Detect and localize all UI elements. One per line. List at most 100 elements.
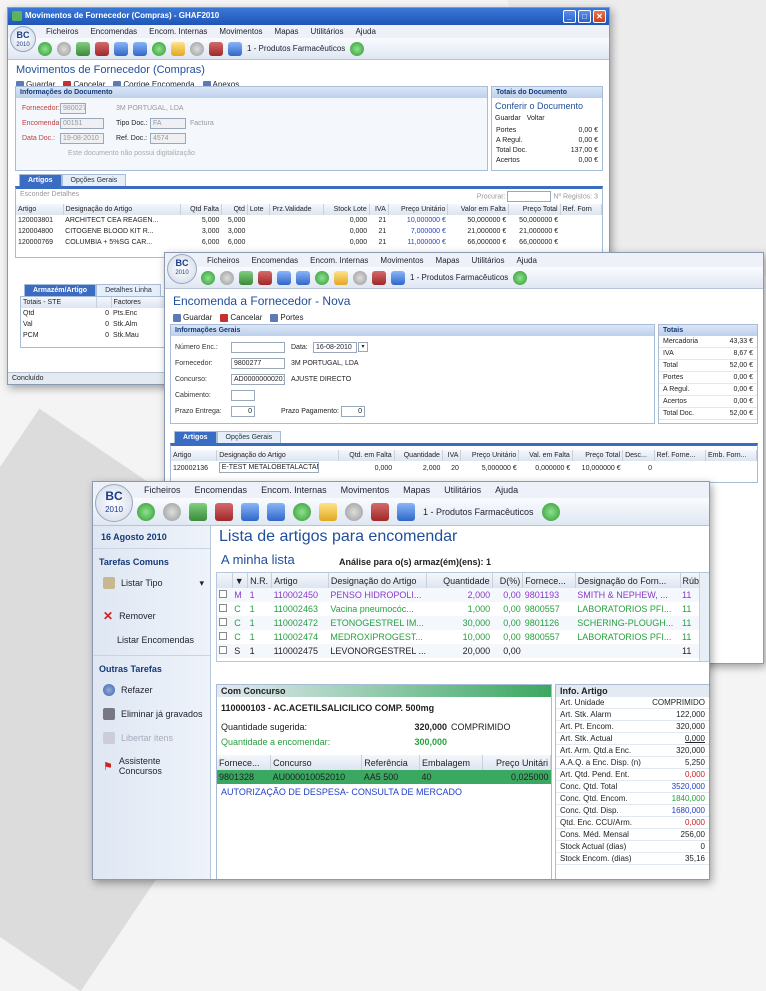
product-icon[interactable] xyxy=(95,41,109,56)
col-header[interactable]: Designação do Forn... xyxy=(575,573,681,588)
menu-ficheiros[interactable]: Ficheiros xyxy=(137,485,188,495)
row-checkbox[interactable] xyxy=(219,646,227,654)
listar-encomendas-button[interactable]: Listar Encomendas xyxy=(93,629,210,651)
col-header[interactable]: D(%) xyxy=(492,573,524,588)
col-header[interactable]: Valor em Falta xyxy=(447,204,509,215)
prazo-pagamento-input[interactable]: 0 xyxy=(341,405,365,417)
vertical-scrollbar[interactable] xyxy=(699,573,709,661)
gr-icon[interactable] xyxy=(296,270,310,285)
back-icon[interactable] xyxy=(201,270,215,285)
menu-encom-internas[interactable]: Encom. Internas xyxy=(143,27,213,36)
menu-ajuda[interactable]: Ajuda xyxy=(488,485,525,495)
assistente-button[interactable]: ⚑ Assistente Concursos xyxy=(93,750,210,782)
eliminar-button[interactable]: Eliminar já gravados xyxy=(93,702,210,726)
col-header[interactable]: Concurso xyxy=(270,755,363,770)
table-row[interactable]: S 1 110002475 LEVONORGESTREL ... 20,000 0,00 1… xyxy=(217,644,709,658)
col-header[interactable]: Preço Total xyxy=(508,204,561,215)
col-header[interactable]: Val. em Falta xyxy=(518,450,573,461)
euro-icon[interactable] xyxy=(293,502,311,521)
row-checkbox[interactable] xyxy=(219,590,227,598)
forward-icon[interactable] xyxy=(163,502,181,521)
col-header[interactable]: Ref. Forn xyxy=(560,204,603,215)
menu-utilitarios[interactable]: Utilitários xyxy=(466,256,511,265)
menu-utilitarios[interactable]: Utilitários xyxy=(437,485,488,495)
row-checkbox[interactable] xyxy=(219,618,227,626)
menu-encom-internas[interactable]: Encom. Internas xyxy=(304,256,374,265)
data-input[interactable]: 19-08-2010 xyxy=(60,133,104,144)
pdf-icon[interactable] xyxy=(371,502,389,521)
attach-icon[interactable] xyxy=(190,41,204,56)
num-enc-input[interactable] xyxy=(231,341,285,353)
esconder-detalhes-button[interactable]: Esconder Detalhes xyxy=(20,191,79,202)
col-header[interactable]: Artigo xyxy=(271,573,329,588)
mail-icon[interactable] xyxy=(334,270,348,285)
sort-icon[interactable]: ▼ xyxy=(232,573,249,588)
mail-icon[interactable] xyxy=(319,502,337,521)
menu-ficheiros[interactable]: Ficheiros xyxy=(40,27,84,36)
col-header[interactable]: Designação do Artigo xyxy=(216,450,340,461)
refresh-icon[interactable] xyxy=(239,270,253,285)
prazo-entrega-input[interactable]: 0 xyxy=(231,405,255,417)
row-checkbox[interactable] xyxy=(219,632,227,640)
tab-opcoes-gerais[interactable]: Opções Gerais xyxy=(61,174,127,186)
col-header[interactable]: IVA xyxy=(369,204,389,215)
qtd-encomendar-value[interactable]: 300,000 xyxy=(391,737,447,747)
designacao-input[interactable]: E-TEST METALOBETALACTAMA... xyxy=(218,462,319,473)
tab-artigos[interactable]: Artigos xyxy=(174,431,217,443)
back-icon[interactable] xyxy=(137,502,155,521)
refresh-icon[interactable] xyxy=(189,502,207,521)
col-header[interactable]: Designação do Artigo xyxy=(63,204,182,215)
tab-artigos[interactable]: Artigos xyxy=(19,174,62,186)
pharmacy-selector[interactable]: 1 - Produtos Farmacêuticos xyxy=(410,273,508,282)
cabimento-input[interactable] xyxy=(231,389,255,401)
col-header[interactable]: Prz.Validade xyxy=(269,204,324,215)
menu-mapas[interactable]: Mapas xyxy=(269,27,305,36)
table-row[interactable]: 120003801 ARCHITECT CEA REAGEN... 5,000 5,0… xyxy=(16,215,602,226)
mail-icon[interactable] xyxy=(171,41,185,56)
gr-icon[interactable] xyxy=(267,502,285,521)
tipo-input[interactable]: FA xyxy=(150,118,186,129)
data-input[interactable]: 16-08-2010 xyxy=(313,341,357,353)
col-header[interactable]: Quantidade xyxy=(394,450,443,461)
col-header[interactable]: Fornece... xyxy=(217,755,272,770)
attach-icon[interactable] xyxy=(353,270,367,285)
col-header[interactable]: Quantidade xyxy=(426,573,493,588)
menu-movimentos[interactable]: Movimentos xyxy=(374,256,429,265)
table-row[interactable]: C 1 110002472 ETONOGESTREL IM... 30,000 0,00 9… xyxy=(217,616,709,630)
table-row[interactable]: 9801328 AU000010052010 AA5 500 40 0,025000 xyxy=(217,770,551,784)
concurso-input[interactable]: AD000000002010 xyxy=(231,373,285,385)
ref-input[interactable]: 4574 xyxy=(150,133,186,144)
forward-icon[interactable] xyxy=(57,41,71,56)
col-header[interactable]: Desc... xyxy=(622,450,655,461)
table-row[interactable]: M 1 110002450 PENSO HIDROPOLI... 2,000 0,00 98… xyxy=(217,588,709,602)
settings-icon[interactable] xyxy=(513,270,528,285)
col-header[interactable]: Ref. Forne... xyxy=(654,450,706,461)
listar-tipo-dropdown[interactable]: Listar Tipo ▾ xyxy=(93,571,210,595)
settings-icon[interactable] xyxy=(541,502,560,521)
col-header[interactable]: Artigo xyxy=(16,204,64,215)
col-header[interactable]: Referência xyxy=(361,755,420,770)
refazer-button[interactable]: Refazer xyxy=(93,678,210,702)
calendar-dropdown-icon[interactable]: ▾ xyxy=(358,342,368,352)
col-header[interactable]: Preço Unitário xyxy=(460,450,520,461)
table-row[interactable]: 120000769 COLUMBIA + 5%SG CAR... 6,000 6,00… xyxy=(16,237,602,248)
calendar-icon[interactable] xyxy=(241,502,259,521)
procurar-input[interactable] xyxy=(507,191,552,202)
menu-ajuda[interactable]: Ajuda xyxy=(510,256,542,265)
refresh-icon[interactable] xyxy=(76,41,90,56)
calendar-icon[interactable] xyxy=(277,270,291,285)
back-icon[interactable] xyxy=(38,41,52,56)
menu-mapas[interactable]: Mapas xyxy=(396,485,437,495)
col-header[interactable]: Stock Lote xyxy=(323,204,370,215)
col-header[interactable]: Preço Unitário xyxy=(388,204,449,215)
col-header[interactable]: Qtd xyxy=(221,204,248,215)
menu-encomendas[interactable]: Encomendas xyxy=(188,485,255,495)
totals-voltar-button[interactable]: Voltar xyxy=(527,115,545,122)
totals-guardar-button[interactable]: Guardar xyxy=(495,115,521,122)
tab-armazem-artigo[interactable]: Armazém/Artigo xyxy=(24,284,97,296)
col-header[interactable]: Fornece... xyxy=(522,573,576,588)
portes-button[interactable]: Portes xyxy=(270,313,304,322)
cell[interactable]: E-TEST METALOBETALACTAMA... xyxy=(217,461,339,476)
menu-encomendas[interactable]: Encomendas xyxy=(245,256,304,265)
col-header[interactable]: Emb. Forn... xyxy=(705,450,758,461)
